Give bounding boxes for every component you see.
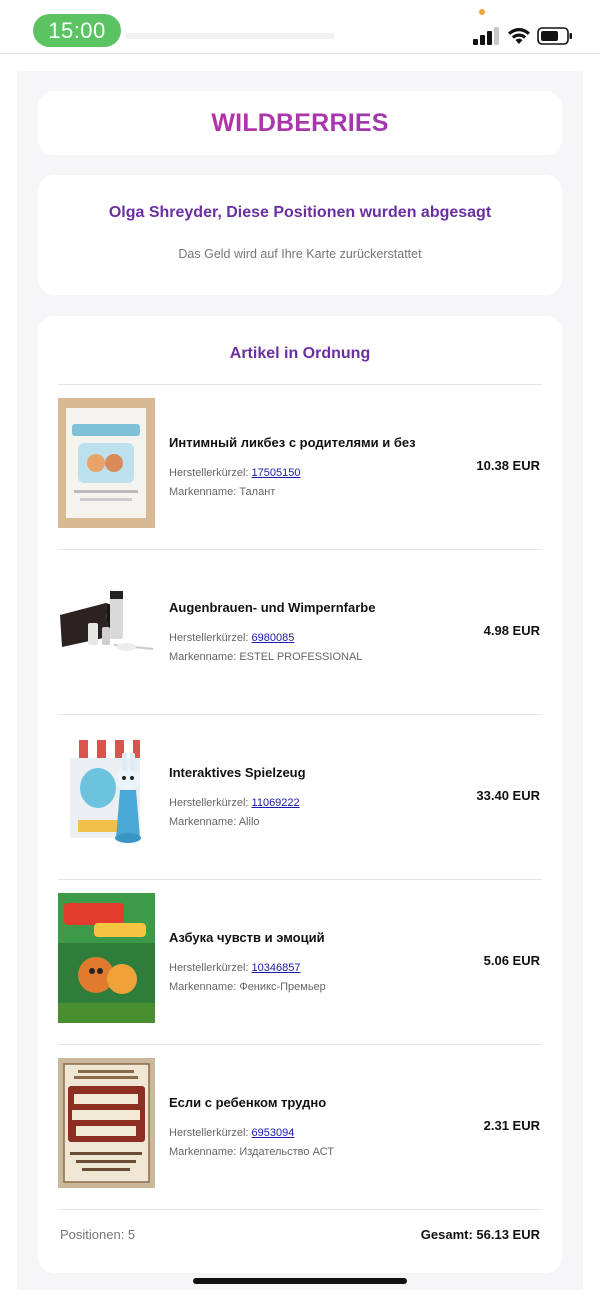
items-card: Artikel in Ordnung Интимный ликбез с род… <box>38 316 562 1273</box>
item-name: Interaktives Spielzeug <box>169 765 306 780</box>
book-cover-icon[interactable] <box>58 398 155 528</box>
item-article: Herstellerkürzel: 10346857 <box>169 962 300 974</box>
list-item: Augenbrauen- und Wimpernfarbe Hersteller… <box>58 550 542 714</box>
cosmetics-kit-icon[interactable] <box>58 563 155 693</box>
brand-label: Markenname: <box>169 486 237 498</box>
toy-bunny-icon[interactable] <box>58 728 155 858</box>
brand-label: Markenname: <box>169 816 237 828</box>
item-brand: Markenname: Феникс-Премьер <box>169 981 326 993</box>
list-item: Если с ребенком трудно Herstellerkürzel:… <box>58 1045 542 1209</box>
article-link[interactable]: 6953094 <box>252 1127 295 1139</box>
list-item: Interaktives Spielzeug Herstellerkürzel:… <box>58 715 542 879</box>
item-name: Augenbrauen- und Wimpernfarbe <box>169 600 376 615</box>
brand-value: Alilo <box>238 816 260 828</box>
article-link[interactable]: 11069222 <box>252 797 300 809</box>
brand-value: Феникс-Премьер <box>239 981 326 993</box>
faded-address-bar <box>125 33 335 39</box>
item-name: Интимный ликбез с родителями и без <box>169 435 416 450</box>
wifi-icon <box>508 28 530 44</box>
brand-label: Markenname: <box>169 651 237 663</box>
cancellation-message-card: Olga Shreyder, Diese Positionen wurden a… <box>38 175 562 295</box>
order-total: Gesamt: 56.13 EUR <box>420 1227 540 1242</box>
cellular-signal-icon <box>473 27 501 45</box>
article-label: Herstellerkürzel: <box>169 797 249 809</box>
article-label: Herstellerkürzel: <box>169 632 249 644</box>
cancellation-title: Olga Shreyder, Diese Positionen wurden a… <box>108 204 492 221</box>
item-price: 5.06 EUR <box>483 953 540 968</box>
divider <box>58 1209 542 1210</box>
item-price: 10.38 EUR <box>476 458 540 473</box>
item-brand: Markenname: Издательство АСТ <box>169 1146 334 1158</box>
item-article: Herstellerkürzel: 17505150 <box>169 467 300 479</box>
items-section-title: Artikel in Ordnung <box>229 345 371 362</box>
item-name: Азбука чувств и эмоций <box>169 930 325 945</box>
article-label: Herstellerkürzel: <box>169 467 249 479</box>
home-indicator[interactable] <box>193 1278 407 1284</box>
brand-value: ESTEL PROFESSIONAL <box>239 651 363 663</box>
item-name: Если с ребенком трудно <box>169 1095 327 1110</box>
brand-value: Талант <box>239 486 276 498</box>
article-link[interactable]: 6980085 <box>252 632 295 644</box>
refund-note: Das Geld wird auf Ihre Karte zurückersta… <box>178 247 422 261</box>
item-brand: Markenname: Alilo <box>169 816 260 828</box>
article-label: Herstellerkürzel: <box>169 962 249 974</box>
wildberries-logo[interactable]: WILDBERRIES <box>38 91 562 155</box>
status-time[interactable]: 15:00 <box>33 14 121 47</box>
brand-value: Издательство АСТ <box>239 1146 334 1158</box>
item-article: Herstellerkürzel: 11069222 <box>169 797 300 809</box>
item-price: 4.98 EUR <box>483 623 540 638</box>
email-body: WILDBERRIES Olga Shreyder, Diese Positio… <box>17 71 583 1290</box>
item-article: Herstellerkürzel: 6953094 <box>169 1127 294 1139</box>
privacy-indicator-dot <box>479 9 485 15</box>
item-price: 33.40 EUR <box>476 788 540 803</box>
article-label: Herstellerkürzel: <box>169 1127 249 1139</box>
item-brand: Markenname: Талант <box>169 486 275 498</box>
article-link[interactable]: 17505150 <box>252 467 301 479</box>
status-bar: 15:00 <box>0 0 600 54</box>
brand-label: Markenname: <box>169 1146 237 1158</box>
logo-card: WILDBERRIES <box>38 91 562 155</box>
list-item: Азбука чувств и эмоций Herstellerkürzel:… <box>58 880 542 1044</box>
positions-count: Positionen: 5 <box>60 1227 136 1242</box>
battery-icon <box>537 27 572 45</box>
item-article: Herstellerkürzel: 6980085 <box>169 632 294 644</box>
book-cover-icon[interactable] <box>58 893 155 1023</box>
item-brand: Markenname: ESTEL PROFESSIONAL <box>169 651 362 663</box>
book-cover-icon[interactable] <box>58 1058 155 1188</box>
list-item: Интимный ликбез с родителями и без Herst… <box>58 385 542 549</box>
brand-label: Markenname: <box>169 981 237 993</box>
item-price: 2.31 EUR <box>483 1118 540 1133</box>
article-link[interactable]: 10346857 <box>252 962 301 974</box>
